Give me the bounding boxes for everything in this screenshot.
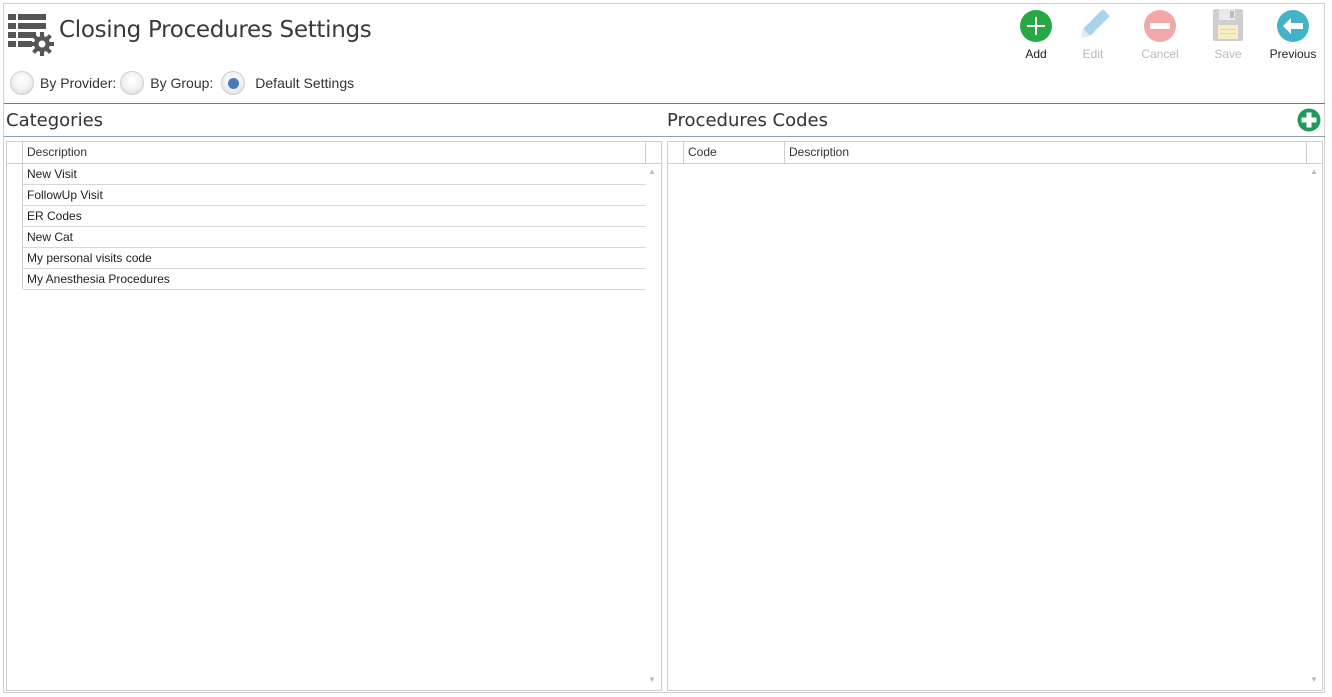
pencil-icon bbox=[1080, 9, 1110, 39]
add-button[interactable]: Add bbox=[1006, 9, 1066, 61]
edit-label: Edit bbox=[1082, 47, 1104, 61]
categories-grid: Description New Visit FollowUp Visit ER … bbox=[6, 141, 662, 691]
settings-list-icon bbox=[8, 14, 54, 56]
procedures-header-spacer bbox=[1306, 142, 1322, 163]
floppy-disk-icon bbox=[1213, 9, 1243, 41]
save-button[interactable]: Save bbox=[1198, 9, 1258, 61]
add-label: Add bbox=[1025, 47, 1047, 61]
categories-grid-header: Description bbox=[7, 142, 661, 164]
add-procedure-icon[interactable] bbox=[1297, 108, 1321, 132]
header-divider bbox=[4, 103, 1325, 104]
edit-button[interactable]: Edit bbox=[1063, 9, 1123, 61]
procedures-code-header[interactable]: Code bbox=[683, 142, 784, 163]
cancel-label: Cancel bbox=[1141, 47, 1179, 61]
procedures-description-header[interactable]: Description bbox=[784, 142, 1306, 163]
default-settings-radio[interactable] bbox=[221, 71, 246, 95]
previous-button[interactable]: Previous bbox=[1263, 9, 1323, 61]
categories-rows: New Visit FollowUp Visit ER Codes New Ca… bbox=[23, 164, 645, 290]
previous-label: Previous bbox=[1269, 47, 1317, 61]
by-provider-radio[interactable] bbox=[10, 71, 34, 95]
categories-header-spacer bbox=[645, 142, 661, 163]
by-provider-label[interactable]: By Provider: bbox=[40, 75, 116, 91]
categories-title: Categories bbox=[6, 110, 104, 131]
scroll-down-arrow-icon[interactable]: ▼ bbox=[645, 674, 659, 686]
cancel-icon bbox=[1144, 10, 1176, 42]
list-item[interactable]: New Cat bbox=[23, 227, 645, 248]
add-icon bbox=[1020, 10, 1052, 42]
procedures-title: Procedures Codes bbox=[667, 110, 828, 131]
procedures-grid: Code Description ▲ ▼ bbox=[667, 141, 1323, 691]
by-group-radio[interactable] bbox=[120, 71, 145, 95]
scroll-up-arrow-icon[interactable]: ▲ bbox=[1307, 166, 1321, 178]
scroll-down-arrow-icon[interactable]: ▼ bbox=[1307, 674, 1321, 686]
list-item[interactable]: My Anesthesia Procedures bbox=[23, 269, 645, 290]
cancel-button[interactable]: Cancel bbox=[1130, 9, 1190, 61]
save-label: Save bbox=[1214, 47, 1242, 61]
procedures-grid-header: Code Description bbox=[668, 142, 1322, 164]
section-divider bbox=[4, 136, 1325, 137]
scroll-up-arrow-icon[interactable]: ▲ bbox=[645, 166, 659, 178]
list-item[interactable]: ER Codes bbox=[23, 206, 645, 227]
categories-description-header[interactable]: Description bbox=[22, 142, 645, 163]
list-item[interactable]: FollowUp Visit bbox=[23, 185, 645, 206]
page-title: Closing Procedures Settings bbox=[59, 17, 372, 43]
back-arrow-icon bbox=[1277, 10, 1309, 42]
by-group-label[interactable]: By Group: bbox=[150, 75, 213, 91]
default-settings-label[interactable]: Default Settings bbox=[255, 75, 354, 91]
list-item[interactable]: My personal visits code bbox=[23, 248, 645, 269]
list-item[interactable]: New Visit bbox=[23, 164, 645, 185]
settings-scope-radio-group: By Provider: By Group: Default Settings bbox=[10, 69, 358, 97]
